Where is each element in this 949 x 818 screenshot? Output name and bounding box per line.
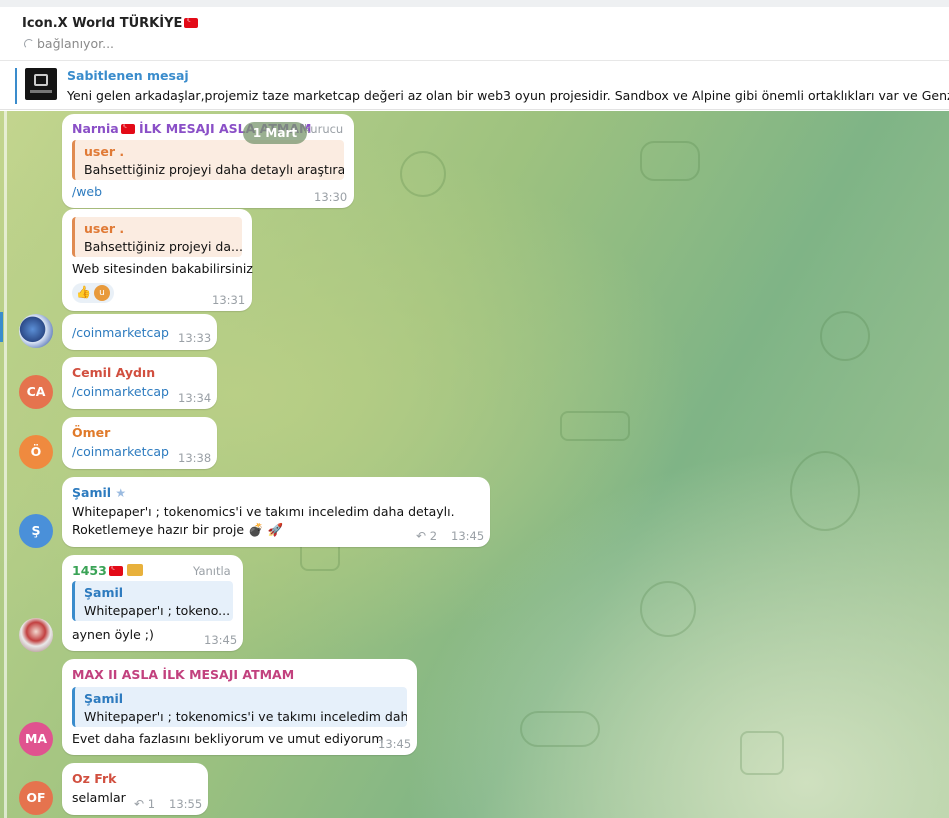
badge-emoji-icon bbox=[127, 564, 144, 576]
chat-header[interactable]: Icon.X World TÜRKİYE bağlanıyor... bbox=[0, 7, 949, 61]
reply-sender: Şamil bbox=[84, 585, 124, 600]
chat-left-edge bbox=[4, 111, 7, 818]
sender-name[interactable]: Şamil ★ bbox=[72, 485, 126, 500]
reply-action[interactable]: Yanıtla bbox=[193, 564, 231, 578]
user-avatar[interactable]: Ş bbox=[19, 514, 53, 548]
turkey-flag-icon bbox=[108, 563, 123, 576]
doodle bbox=[400, 151, 446, 197]
message-text-line: Whitepaper'ı ; tokenomics'i ve takımı in… bbox=[72, 504, 455, 519]
doodle bbox=[520, 711, 600, 747]
message-bubble[interactable]: Şamil ★ Whitepaper'ı ; tokenomics'i ve t… bbox=[62, 477, 490, 547]
user-avatar[interactable]: CA bbox=[19, 375, 53, 409]
doodle bbox=[640, 581, 696, 637]
message-text: aynen öyle ;) bbox=[72, 627, 154, 642]
reply-count[interactable]: ↶ 2 bbox=[416, 529, 437, 543]
reply-sender: user . bbox=[84, 221, 125, 236]
command-link[interactable]: /coinmarketcap bbox=[72, 325, 169, 340]
doodle bbox=[740, 731, 784, 775]
reply-quote[interactable]: user . Bahsettiğiniz projeyi daha detayl… bbox=[72, 140, 344, 180]
pinned-label: Sabitlenen mesaj bbox=[67, 68, 189, 83]
message-bubble[interactable]: Narnia İLK MESAJI ASLA ATMAM kurucu user… bbox=[62, 114, 354, 208]
message-bubble[interactable]: /coinmarketcap 13:33 bbox=[62, 314, 217, 350]
pinned-text: Yeni gelen arkadaşlar,projemiz taze mark… bbox=[67, 88, 949, 103]
sender-name[interactable]: MAX II ASLA İLK MESAJI ATMAM bbox=[72, 667, 294, 682]
thumbs-up-icon: 👍 bbox=[76, 285, 91, 299]
doodle bbox=[640, 141, 700, 181]
user-avatar[interactable]: MA bbox=[19, 722, 53, 756]
message-time: 13:45 bbox=[204, 633, 238, 647]
admin-role-label: kurucu bbox=[304, 122, 344, 136]
command-link[interactable]: /web bbox=[72, 184, 102, 199]
message-text: selamlar bbox=[72, 790, 126, 805]
date-pill: 1 Mart bbox=[243, 122, 307, 144]
doodle bbox=[820, 311, 870, 361]
message-time: 13:55 bbox=[169, 797, 203, 811]
pinned-message-bar[interactable]: Sabitlenen mesaj Yeni gelen arkadaşlar,p… bbox=[0, 62, 949, 110]
command-link[interactable]: /coinmarketcap bbox=[72, 444, 169, 459]
message-bubble[interactable]: MAX II ASLA İLK MESAJI ATMAM Şamil White… bbox=[62, 659, 417, 755]
message-bubble[interactable]: Oz Frk selamlar ↶ 1 13:55 bbox=[62, 763, 208, 815]
chat-area[interactable]: Narnia İLK MESAJI ASLA ATMAM kurucu user… bbox=[0, 111, 949, 818]
message-bubble[interactable]: Cemil Aydın /coinmarketcap 13:34 bbox=[62, 357, 217, 409]
message-time: 13:38 bbox=[178, 451, 212, 465]
reply-text: Bahsettiğiniz projeyi da... bbox=[84, 239, 242, 254]
message-text: Evet daha fazlasını bekliyorum ve umut e… bbox=[72, 731, 384, 746]
user-avatar[interactable]: OF bbox=[19, 781, 53, 815]
user-avatar[interactable] bbox=[19, 314, 53, 348]
doodle bbox=[790, 451, 860, 531]
loading-spinner-icon bbox=[24, 39, 34, 49]
reply-quote[interactable]: Şamil Whitepaper'ı ; tokenomics'i ve tak… bbox=[72, 687, 407, 727]
reply-quote[interactable]: Şamil Whitepaper'ı ; tokeno... bbox=[72, 581, 233, 621]
message-bubble[interactable]: Ömer /coinmarketcap 13:38 bbox=[62, 417, 217, 469]
message-time: 13:45 bbox=[378, 737, 412, 751]
connection-status: bağlanıyor... bbox=[24, 36, 114, 51]
chat-title: Icon.X World TÜRKİYE bbox=[22, 15, 199, 31]
scroll-marker bbox=[0, 312, 3, 342]
sender-name[interactable]: Cemil Aydın bbox=[72, 365, 155, 380]
reply-arrow-icon: ↶ bbox=[134, 797, 145, 811]
reply-text: Whitepaper'ı ; tokenomics'i ve takımı in… bbox=[84, 709, 407, 724]
sender-name[interactable]: Ömer bbox=[72, 425, 110, 440]
sender-name[interactable]: 1453 bbox=[72, 563, 144, 578]
pinned-thumbnail bbox=[25, 68, 57, 100]
doodle bbox=[560, 411, 630, 441]
window-top-strip bbox=[0, 0, 949, 7]
reply-sender: user . bbox=[84, 144, 125, 159]
pinned-accent-bar bbox=[15, 68, 17, 104]
message-text: Web sitesinden bakabilirsiniz bbox=[72, 261, 253, 276]
reply-count[interactable]: ↶ 1 bbox=[134, 797, 155, 811]
message-bubble[interactable]: 1453 Yanıtla Şamil Whitepaper'ı ; tokeno… bbox=[62, 555, 243, 651]
message-time: 13:30 bbox=[314, 190, 348, 204]
message-bubble[interactable]: user . Bahsettiğiniz projeyi da... Web s… bbox=[62, 209, 253, 311]
reply-text: Whitepaper'ı ; tokeno... bbox=[84, 603, 231, 618]
user-avatar[interactable]: Ö bbox=[19, 435, 53, 469]
reactions-bar[interactable]: 👍 u bbox=[72, 283, 114, 303]
user-avatar[interactable] bbox=[19, 618, 53, 652]
message-time: 13:31 bbox=[212, 293, 246, 307]
reactor-avatar: u bbox=[94, 285, 110, 301]
command-link[interactable]: /coinmarketcap bbox=[72, 384, 169, 399]
star-icon: ★ bbox=[115, 486, 127, 500]
reply-arrow-icon: ↶ bbox=[416, 529, 427, 543]
message-text-line: Roketlemeye hazır bir proje 💣 🚀 bbox=[72, 522, 284, 537]
reply-quote[interactable]: user . Bahsettiğiniz projeyi da... bbox=[72, 217, 242, 257]
message-time: 13:45 bbox=[451, 529, 485, 543]
turkey-flag-icon bbox=[120, 121, 135, 134]
reply-text: Bahsettiğiniz projeyi daha detaylı araşt… bbox=[84, 162, 344, 177]
turkey-flag-icon bbox=[184, 15, 199, 28]
message-time: 13:33 bbox=[178, 331, 212, 345]
sender-name[interactable]: Oz Frk bbox=[72, 771, 116, 786]
reply-sender: Şamil bbox=[84, 691, 124, 706]
message-time: 13:34 bbox=[178, 391, 212, 405]
